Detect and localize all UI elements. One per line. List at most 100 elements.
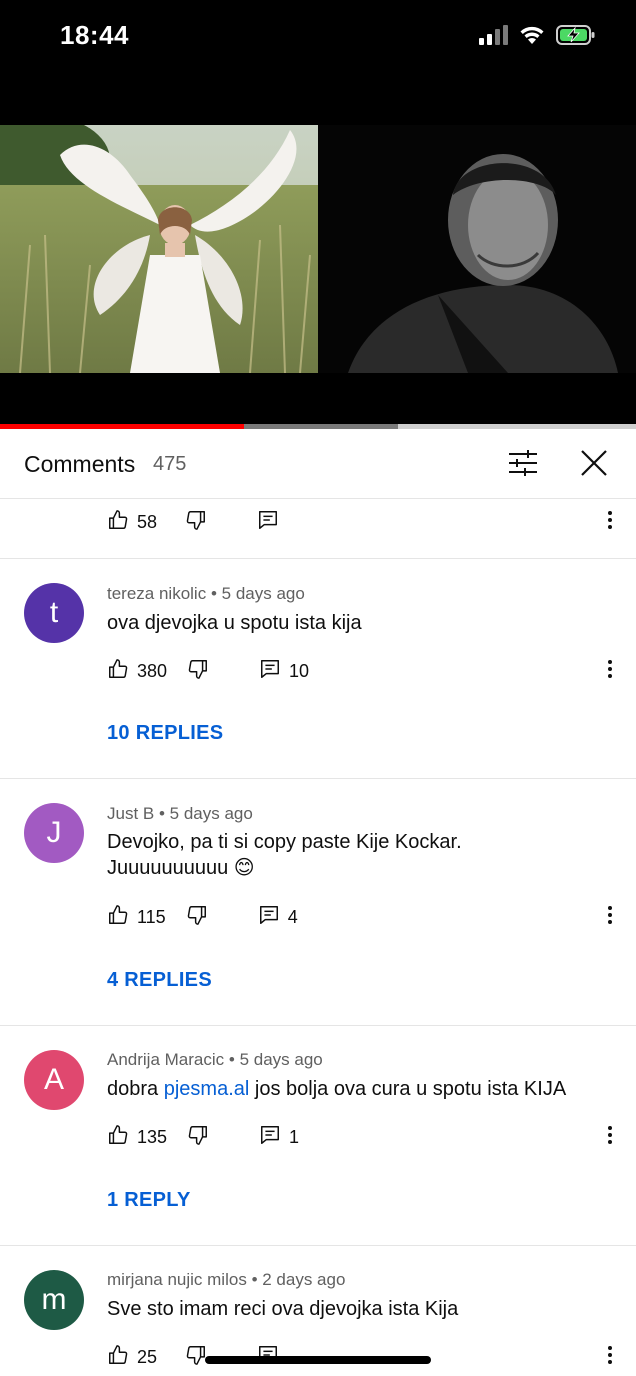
comment-author[interactable]: mirjana nujic milos: [107, 1270, 247, 1289]
status-icons: [478, 24, 596, 51]
view-replies-button[interactable]: 4 REPLIES: [107, 969, 212, 992]
comments-title: Comments: [24, 451, 136, 477]
divider: [0, 778, 636, 779]
dislike-icon: [187, 1124, 209, 1151]
divider: [0, 1025, 636, 1026]
like-icon: [107, 1124, 129, 1151]
reply-count: 1: [289, 1126, 300, 1147]
comment-actions: 135 1: [107, 1121, 299, 1153]
comment-actions: 58: [107, 506, 279, 538]
close-button[interactable]: [574, 445, 614, 485]
comment-meta: tereza nikolic • 5 days ago: [107, 584, 305, 604]
like-count: 115: [137, 906, 166, 927]
meta-separator: •: [251, 1270, 263, 1289]
comment-text-part: dobra: [107, 1078, 164, 1100]
avatar-letter: J: [46, 816, 62, 849]
reply-button[interactable]: 4: [258, 904, 298, 931]
comment-time: 5 days ago: [169, 804, 253, 823]
comment-text: Devojko, pa ti si copy paste Kije Kockar…: [107, 829, 607, 881]
dislike-button[interactable]: [187, 1124, 209, 1151]
like-button[interactable]: 58: [107, 509, 157, 536]
video-frame-girl-with-wings: [0, 125, 318, 373]
meta-separator: •: [228, 1050, 240, 1069]
view-replies-button[interactable]: 10 REPLIES: [107, 722, 223, 745]
avatar-letter: t: [49, 596, 59, 629]
filter-button[interactable]: [503, 445, 543, 485]
more-vertical-icon: [607, 510, 613, 535]
video-player[interactable]: [0, 80, 636, 426]
filter-icon: [508, 449, 538, 481]
comment-author[interactable]: Andrija Maracic: [107, 1050, 224, 1069]
video-frame-man-portrait: [318, 125, 636, 373]
more-options-button[interactable]: [600, 1341, 620, 1373]
close-icon: [580, 449, 608, 482]
like-button[interactable]: 380: [107, 658, 167, 685]
battery-charging-icon: [556, 24, 596, 51]
status-bar: 18:44: [0, 0, 636, 80]
more-options-button[interactable]: [600, 655, 620, 687]
comment-text: dobra pjesma.al jos bolja ova cura u spo…: [107, 1076, 607, 1102]
comment-text-line: Juuuuuuuuuu 😊: [107, 857, 255, 879]
more-options-button[interactable]: [600, 506, 620, 538]
like-icon: [107, 509, 129, 536]
comment-actions: 380 10: [107, 655, 309, 687]
reply-button[interactable]: 10: [259, 658, 309, 685]
comments-header: Comments 475: [0, 429, 636, 499]
comment-text-line: Devojko, pa ti si copy paste Kije Kockar…: [107, 831, 462, 853]
dislike-icon: [187, 658, 209, 685]
like-count: 25: [137, 1346, 158, 1367]
wifi-icon: [518, 24, 546, 51]
signal-icon: [478, 24, 508, 51]
avatar-letter: m: [41, 1283, 67, 1316]
like-count: 380: [137, 660, 168, 681]
like-button[interactable]: 115: [107, 904, 166, 931]
comment-link[interactable]: pjesma.al: [164, 1078, 250, 1100]
more-vertical-icon: [607, 905, 613, 930]
dislike-icon: [185, 1344, 207, 1371]
like-button[interactable]: 135: [107, 1124, 167, 1151]
comment-time: 5 days ago: [239, 1050, 323, 1069]
dislike-button[interactable]: [187, 658, 209, 685]
dislike-button[interactable]: [185, 1344, 207, 1371]
comment-meta: mirjana nujic milos • 2 days ago: [107, 1270, 345, 1290]
more-options-button[interactable]: [600, 1121, 620, 1153]
comment-text: Sve sto imam reci ova djevojka ista Kija: [107, 1298, 459, 1320]
divider: [0, 1245, 636, 1246]
reply-icon: [259, 658, 281, 685]
comments-count: 475: [153, 453, 187, 475]
dislike-button[interactable]: [186, 904, 208, 931]
comment-actions: 115 4: [107, 901, 298, 933]
reply-button[interactable]: 1: [259, 1124, 299, 1151]
dislike-button[interactable]: [185, 509, 207, 536]
reply-icon: [257, 509, 279, 536]
more-vertical-icon: [607, 659, 613, 684]
reply-count: 10: [289, 660, 310, 681]
comment-text: ova djevojka u spotu ista kija: [107, 612, 362, 634]
avatar[interactable]: J: [24, 803, 84, 863]
home-indicator[interactable]: [205, 1356, 431, 1364]
like-icon: [107, 1344, 129, 1371]
comment-meta: Andrija Maracic • 5 days ago: [107, 1050, 323, 1070]
reply-button[interactable]: [257, 509, 279, 536]
like-icon: [107, 658, 129, 685]
meta-separator: •: [158, 804, 170, 823]
reply-icon: [258, 904, 280, 931]
status-time: 18:44: [60, 20, 129, 50]
avatar[interactable]: A: [24, 1050, 84, 1110]
comment-time: 2 days ago: [262, 1270, 346, 1289]
view-replies-button[interactable]: 1 REPLY: [107, 1189, 191, 1212]
avatar-letter: A: [43, 1063, 64, 1096]
more-options-button[interactable]: [600, 901, 620, 933]
like-button[interactable]: 25: [107, 1344, 157, 1371]
reply-icon: [259, 1124, 281, 1151]
comment-author[interactable]: Just B: [107, 804, 154, 823]
comment-author[interactable]: tereza nikolic: [107, 584, 206, 603]
comment-meta: Just B • 5 days ago: [107, 804, 253, 824]
divider: [0, 558, 636, 559]
meta-separator: •: [210, 584, 222, 603]
more-vertical-icon: [607, 1125, 613, 1150]
dislike-icon: [186, 904, 208, 931]
avatar[interactable]: m: [24, 1270, 84, 1330]
like-icon: [107, 904, 129, 931]
avatar[interactable]: t: [24, 583, 84, 643]
